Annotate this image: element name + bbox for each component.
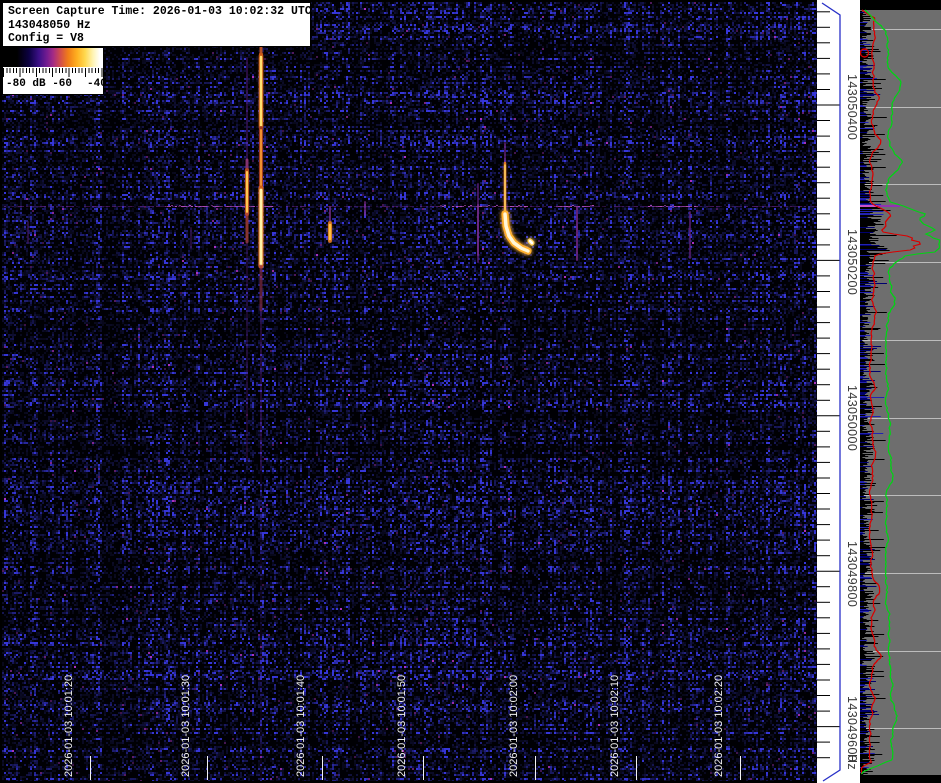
frequency-tick-label: 143050000: [845, 385, 859, 452]
time-label: 2026-01-03 10:01:20: [63, 674, 75, 777]
center-frequency-text: 143048050 Hz: [8, 18, 91, 32]
spectrogram-plot: [0, 0, 817, 783]
frequency-unit-label: Hz: [845, 754, 859, 771]
window-border-left: [0, 0, 2, 783]
time-tick: [740, 756, 741, 780]
capture-time-text: Screen Capture Time: 2026-01-03 10:02:32…: [8, 5, 312, 18]
time-label: 2026-01-03 10:01:50: [396, 674, 408, 777]
time-label: 2026-01-03 10:02:00: [508, 674, 520, 777]
db-scale-max-label: -40: [87, 78, 107, 90]
colorbar-gradient: [3, 48, 103, 67]
time-tick: [636, 756, 637, 780]
db-color-scale: -80 dB -60 -40: [2, 47, 107, 95]
window-border-top: [0, 0, 817, 2]
frequency-tick-label: 143049600: [845, 696, 859, 763]
frequency-tick-label: 143049800: [845, 541, 859, 608]
time-tick: [90, 756, 91, 780]
time-label: 2026-01-03 10:01:40: [295, 674, 307, 777]
time-label: 2026-01-03 10:02:20: [713, 674, 725, 777]
db-scale-min-label: -80 dB -60: [6, 78, 73, 90]
screen-capture-view: 143050400 143050200 143050000 143049800 1430…: [0, 0, 941, 783]
frequency-tick-label: 143050400: [845, 74, 859, 141]
time-label: 2026-01-03 10:01:30: [180, 674, 192, 777]
spectrum-panel-plot: [860, 0, 941, 783]
time-tick: [535, 756, 536, 780]
info-box: Screen Capture Time: 2026-01-03 10:02:32…: [2, 2, 312, 47]
colorbar-ticks: [3, 68, 103, 77]
time-tick: [207, 756, 208, 780]
time-label: 2026-01-03 10:02:10: [609, 674, 621, 777]
config-text: Config = V8: [8, 32, 84, 45]
frequency-axis: 143050400 143050200 143050000 143049800 1430…: [817, 0, 860, 783]
time-tick: [322, 756, 323, 780]
time-tick: [423, 756, 424, 780]
frequency-tick-label: 143050200: [845, 229, 859, 296]
